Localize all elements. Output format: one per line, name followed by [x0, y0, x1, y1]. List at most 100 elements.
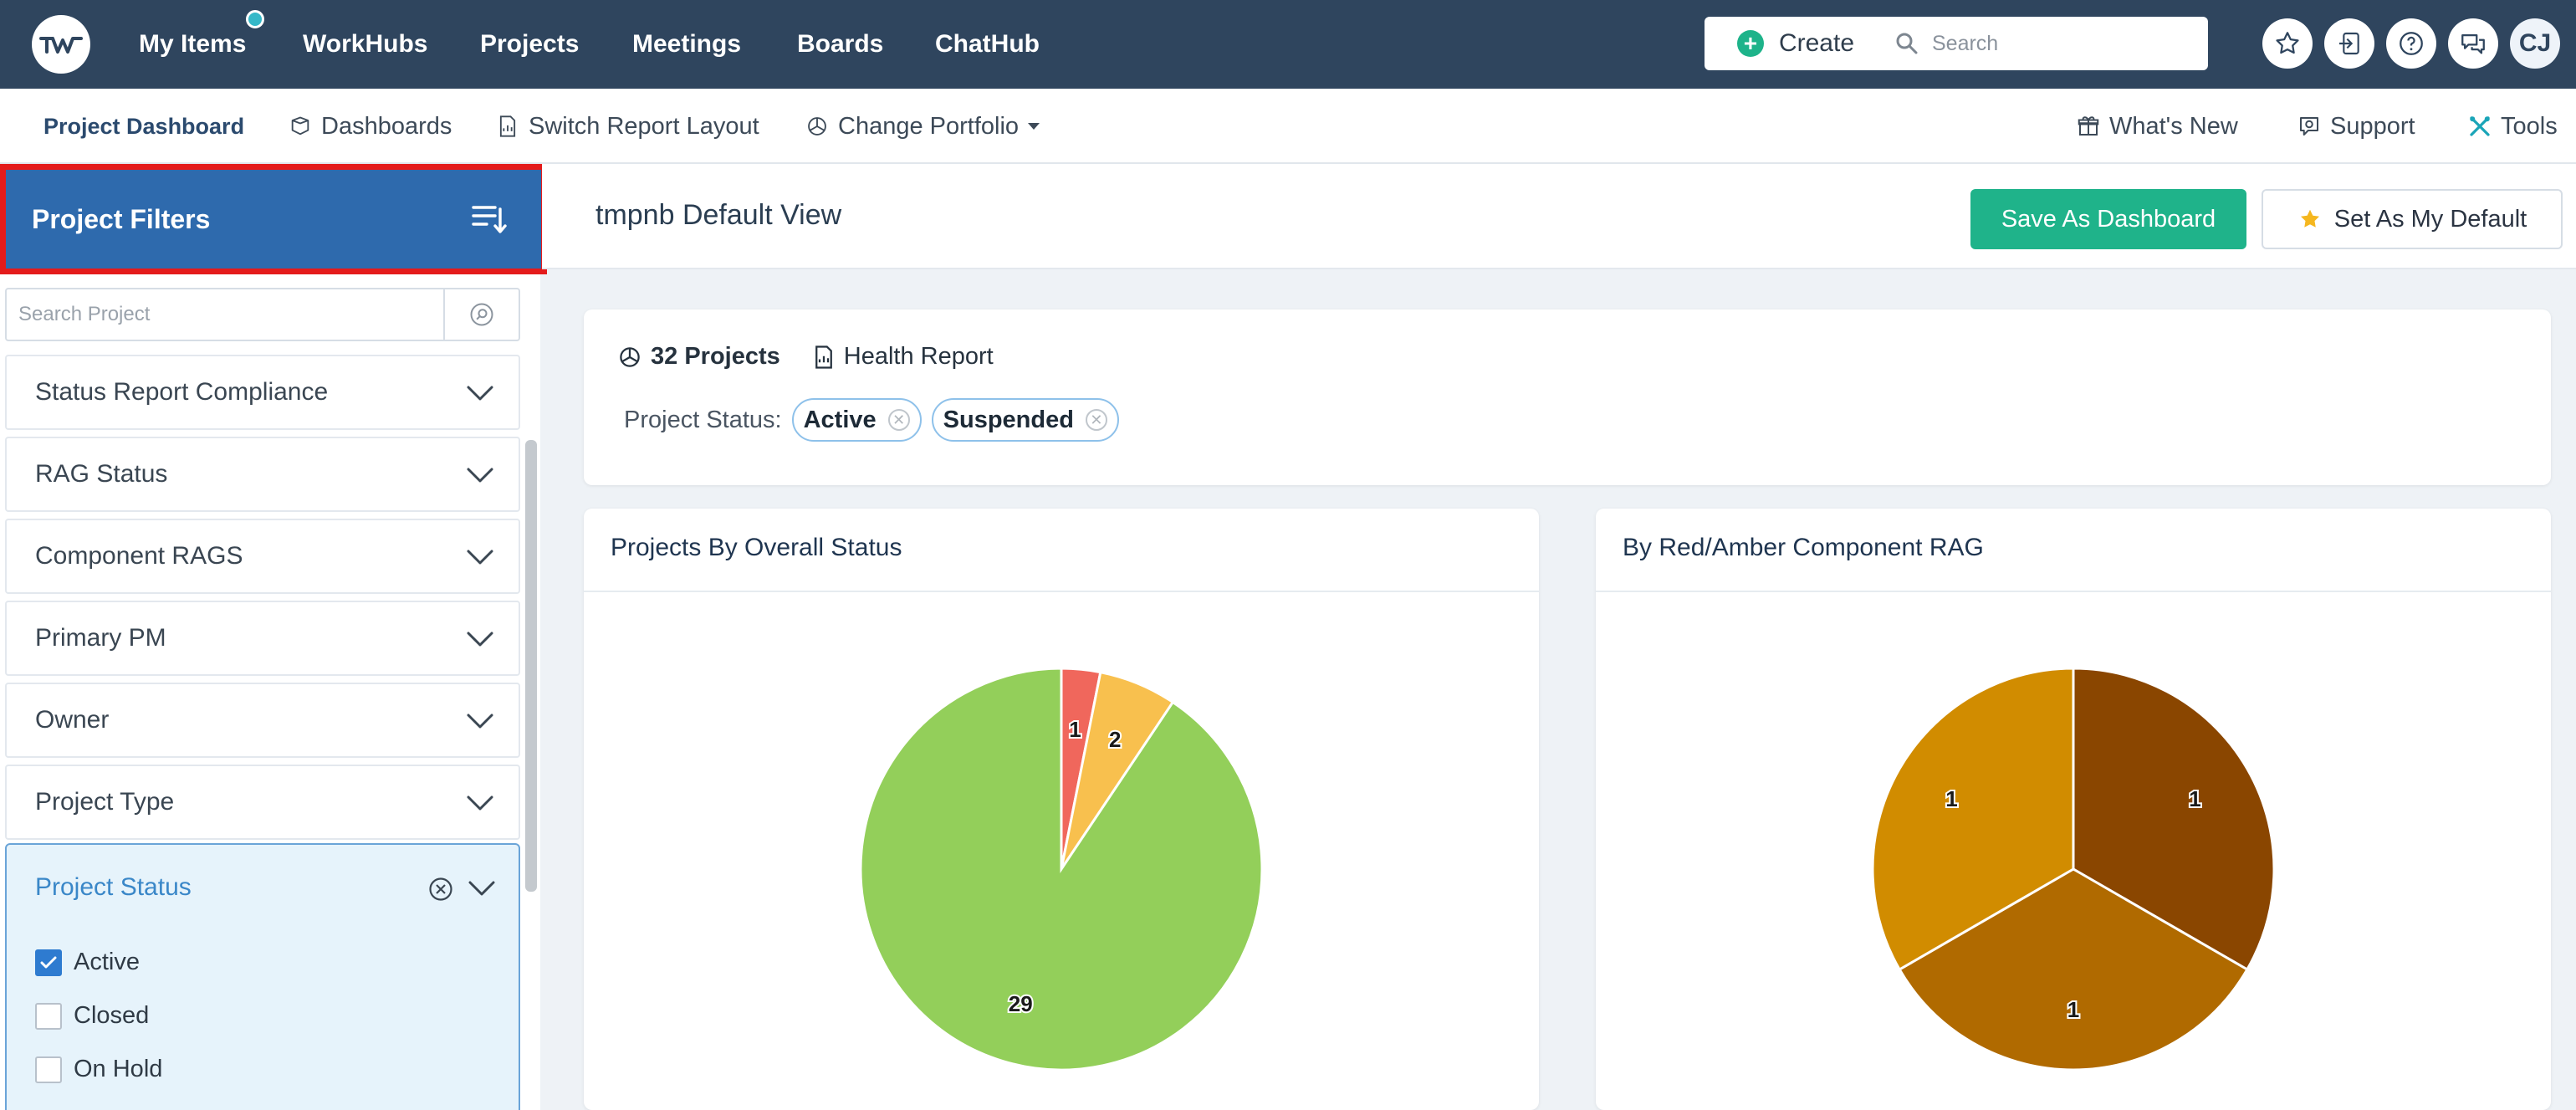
pie-slice-label: 1 — [2067, 997, 2079, 1022]
star-filled-icon — [2300, 209, 2319, 228]
tools-icon — [2467, 114, 2492, 139]
pie-slice-label: 1 — [1069, 717, 1081, 742]
active-filter-chips: Project Status: Active ✕ Suspended ✕ — [624, 398, 1119, 442]
subnav-tools[interactable]: Tools — [2467, 89, 2558, 164]
favorites-button[interactable] — [2262, 18, 2313, 69]
status-option-on-hold[interactable]: On Hold — [35, 1056, 162, 1083]
checkbox-checked[interactable] — [35, 949, 62, 976]
project-status-filter-title[interactable]: Project Status — [35, 873, 192, 902]
filter-label: Project Type — [35, 788, 175, 816]
subnav-project-dashboard[interactable]: Project Dashboard — [43, 89, 244, 164]
chevron-down-icon — [467, 550, 493, 565]
nav-projects[interactable]: Projects — [480, 0, 579, 89]
filter-project-status-panel: Project Status Active Closed On Hold — [5, 843, 520, 1110]
chevron-down-icon[interactable] — [468, 880, 495, 897]
project-summary-card: 32 Projects Health Report Project Status… — [584, 309, 2551, 485]
chevron-down-icon — [467, 386, 493, 401]
option-label: On Hold — [74, 1056, 163, 1082]
status-option-active[interactable]: Active — [35, 949, 140, 976]
pie-slice-label: 29 — [1009, 991, 1033, 1016]
view-header-bar: tmpnb Default View Save As Dashboard Set… — [542, 164, 2576, 269]
create-label: Create — [1778, 29, 1855, 57]
chart-card-component-rag: By Red/Amber Component RAG 1 1 1 — [1596, 509, 2551, 1110]
app-logo[interactable] — [32, 15, 90, 74]
subnav-change-portfolio[interactable]: Change Portfolio — [805, 89, 1040, 164]
subnav-switch-report-layout[interactable]: Switch Report Layout — [495, 89, 759, 164]
project-search-input[interactable] — [7, 290, 442, 339]
filter-label: Owner — [35, 706, 110, 734]
support-icon — [2297, 114, 2322, 139]
chevron-down-icon — [467, 714, 493, 729]
sidebar-scrollbar[interactable] — [525, 440, 537, 892]
caret-down-icon — [1028, 123, 1040, 130]
portfolio-icon — [620, 346, 640, 367]
filter-primary-pm[interactable]: Primary PM — [5, 601, 520, 676]
checkmark-icon — [40, 956, 57, 968]
status-option-closed[interactable]: Closed — [35, 1002, 149, 1030]
nav-boards[interactable]: Boards — [797, 0, 883, 89]
chat-button[interactable] — [2448, 18, 2498, 69]
option-label: Active — [74, 949, 140, 975]
pie-chart-component-rag: 1 1 1 — [1871, 667, 2276, 1072]
chat-bubbles-icon — [2461, 33, 2485, 54]
nav-my-items[interactable]: My Items — [139, 0, 246, 89]
help-icon — [2400, 32, 2423, 55]
health-report-link[interactable]: Health Report — [844, 343, 994, 371]
star-icon — [2276, 32, 2299, 54]
chevron-down-icon — [467, 468, 493, 483]
project-search-field — [5, 288, 520, 341]
report-icon — [815, 345, 832, 369]
filter-owner[interactable]: Owner — [5, 683, 520, 758]
plus-icon: + — [1736, 30, 1764, 57]
option-label: Closed — [74, 1002, 150, 1029]
remove-chip-icon[interactable]: ✕ — [887, 409, 910, 431]
project-status-label: Project Status: — [624, 406, 782, 433]
portfolio-icon — [805, 114, 830, 139]
sort-list-icon[interactable] — [472, 202, 507, 236]
sign-in-icon — [2339, 32, 2359, 55]
save-as-dashboard-button[interactable]: Save As Dashboard — [1970, 189, 2246, 249]
notification-dot — [246, 10, 264, 28]
filter-label: Primary PM — [35, 624, 166, 652]
create-button[interactable]: + Create — [1705, 17, 1887, 70]
nav-chathub[interactable]: ChatHub — [935, 0, 1040, 89]
filter-component-rags[interactable]: Component RAGS — [5, 519, 520, 594]
pie-slice-label: 1 — [2189, 786, 2200, 811]
subnav-whats-new[interactable]: What's New — [2076, 89, 2238, 164]
help-button[interactable] — [2386, 18, 2436, 69]
top-navigation-bar: My Items WorkHubs Projects Meetings Boar… — [0, 0, 2576, 89]
switch-account-button[interactable] — [2324, 18, 2374, 69]
subnav-support[interactable]: Support — [2297, 89, 2415, 164]
clear-filter-icon[interactable] — [428, 877, 453, 902]
summary-header: 32 Projects Health Report — [617, 343, 994, 371]
set-as-my-default-button[interactable]: Set As My Default — [2262, 189, 2563, 249]
filter-chip-suspended[interactable]: Suspended ✕ — [931, 398, 1119, 442]
pie-chart-overall-status: 1 2 29 — [859, 667, 1264, 1072]
checkbox-unchecked[interactable] — [35, 1056, 62, 1083]
filter-status-report-compliance[interactable]: Status Report Compliance — [5, 355, 520, 430]
project-search-button[interactable] — [443, 289, 519, 340]
chart-card-overall-status: Projects By Overall Status 1 2 29 — [584, 509, 1539, 1110]
filter-project-type[interactable]: Project Type — [5, 765, 520, 840]
chart-title: Projects By Overall Status — [611, 534, 902, 561]
subnav-dashboards[interactable]: Dashboards — [288, 89, 452, 164]
chevron-down-icon — [467, 632, 493, 647]
search-placeholder: Search — [1932, 31, 1999, 55]
dashboards-icon — [288, 114, 313, 139]
global-search-input[interactable]: Search — [1877, 17, 2208, 70]
project-filters-title: Project Filters — [32, 203, 211, 234]
pie-slice-label: 1 — [1945, 786, 1957, 811]
checkbox-unchecked[interactable] — [35, 1002, 62, 1030]
secondary-navigation-bar: Project Dashboard Dashboards Switch Repo… — [0, 89, 2576, 164]
filter-chip-active[interactable]: Active ✕ — [791, 398, 922, 442]
pie-slice[interactable] — [859, 667, 1264, 1072]
nav-meetings[interactable]: Meetings — [632, 0, 741, 89]
report-icon — [495, 114, 520, 139]
filter-label: RAG Status — [35, 460, 168, 488]
project-count[interactable]: 32 Projects — [651, 343, 780, 371]
nav-workhubs[interactable]: WorkHubs — [303, 0, 427, 89]
filter-rag-status[interactable]: RAG Status — [5, 437, 520, 512]
remove-chip-icon[interactable]: ✕ — [1085, 409, 1107, 431]
project-filters-header[interactable]: Project Filters — [0, 164, 547, 274]
user-avatar[interactable]: CJ — [2510, 18, 2560, 69]
